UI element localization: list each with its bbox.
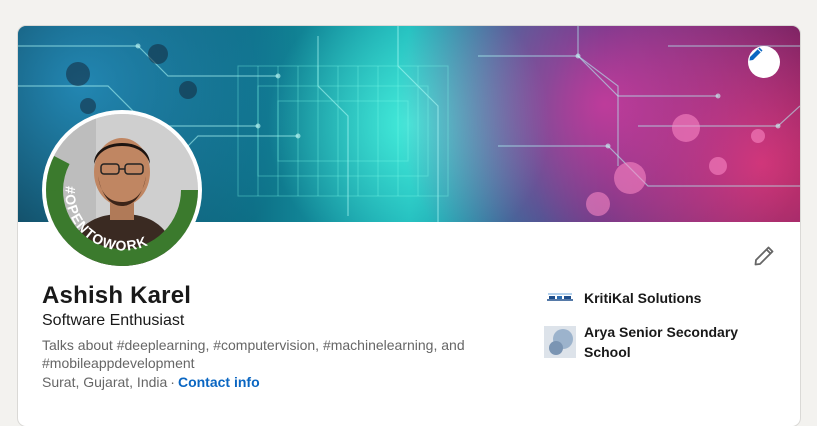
pencil-icon [749,47,763,61]
profile-headline: Software Enthusiast [42,312,185,329]
school-logo-icon [544,326,576,358]
profile-location-line: Surat, Gujarat, India · Contact info [42,374,260,390]
org-item-arya-school[interactable]: Arya Senior Secondary School [544,322,754,362]
edit-banner-button[interactable] [748,46,780,78]
kritikal-logo-icon [544,282,576,314]
avatar: #OPENTOWORK [46,114,198,266]
separator: · [170,374,175,390]
org-name: KritiKal Solutions [584,290,702,306]
profile-card: #OPENTOWORK Ashish Karel Software Enthus… [18,26,800,426]
open-to-work-frame: #OPENTOWORK [46,152,198,266]
profile-name: Ashish Karel [42,282,192,309]
pencil-icon [754,246,774,266]
location-text: Surat, Gujarat, India [42,374,168,390]
edit-intro-button[interactable] [750,242,778,270]
org-item-kritikal[interactable]: KritiKal Solutions [544,282,754,314]
org-name: Arya Senior Secondary School [584,324,739,360]
contact-info-link[interactable]: Contact info [178,374,260,390]
profile-photo[interactable]: #OPENTOWORK [42,110,202,270]
profile-about: Talks about #deeplearning, #computervisi… [42,337,465,371]
